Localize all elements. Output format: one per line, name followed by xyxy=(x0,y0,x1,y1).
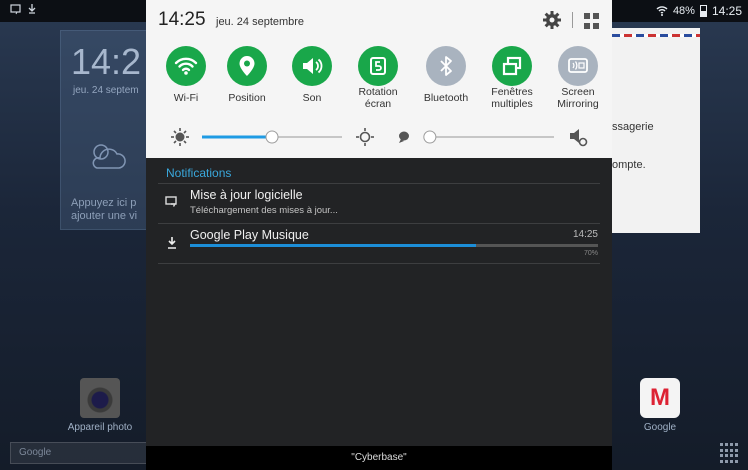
email-widget[interactable]: ssagerie ompte. xyxy=(600,28,700,233)
widget-clock-time: 14:2 xyxy=(71,41,142,82)
email-widget-text-2: ompte. xyxy=(612,159,646,171)
gmail-icon xyxy=(640,378,680,418)
widget-hint-text: Appuyez ici p ajouter une vi xyxy=(71,197,138,222)
download-icon xyxy=(164,236,180,252)
notification-subtitle: Téléchargement des mises à jour... xyxy=(190,205,338,216)
tile-multi-window-label: Fenêtres multiples xyxy=(491,86,533,110)
notification-title: Mise à jour logicielle xyxy=(190,188,303,202)
battery-percent: 48% xyxy=(672,5,695,17)
tile-screen-mirroring[interactable]: Screen Mirroring xyxy=(546,46,610,110)
carrier-label: "Cyberbase" xyxy=(146,446,612,470)
download-progress-bar xyxy=(190,244,598,247)
status-system-icons: 48% 14:25 xyxy=(656,4,742,18)
brightness-controls xyxy=(146,122,612,152)
tile-sound[interactable]: Son xyxy=(280,46,344,104)
tile-bluetooth-label: Bluetooth xyxy=(423,92,469,104)
tile-wifi-label: Wi-Fi xyxy=(173,92,199,104)
panel-date: jeu. 24 septembre xyxy=(216,16,305,28)
weather-cloud-icon xyxy=(83,136,131,184)
battery-icon xyxy=(699,5,707,17)
second-slider-thumb[interactable] xyxy=(423,130,437,144)
wifi-icon xyxy=(166,46,206,86)
tile-location[interactable]: Position xyxy=(215,46,279,104)
screen-mirroring-icon xyxy=(558,46,598,86)
sound-settings-icon[interactable] xyxy=(570,129,588,147)
multi-window-icon xyxy=(492,46,532,86)
tile-wifi[interactable]: Wi-Fi xyxy=(154,46,218,104)
envelope-stripe xyxy=(600,34,700,37)
email-widget-text-1: ssagerie xyxy=(612,121,654,133)
app-gmail[interactable]: Google xyxy=(625,378,695,433)
notification-google-play-music[interactable]: Google Play Musique 14:25 70% xyxy=(158,224,600,264)
bluetooth-icon xyxy=(426,46,466,86)
notification-volume-icon xyxy=(399,131,409,143)
quick-settings: 14:25 jeu. 24 septembre Wi-Fi Position S… xyxy=(146,0,612,158)
app-camera[interactable]: Appareil photo xyxy=(60,378,140,433)
notification-software-update[interactable]: Mise à jour logicielle Téléchargement de… xyxy=(158,184,600,224)
download-progress-fill xyxy=(190,244,476,247)
wifi-signal-icon xyxy=(656,6,668,16)
brightness-slider-thumb[interactable] xyxy=(265,130,279,144)
location-pin-icon xyxy=(227,46,267,86)
notifications-list: Notifications Mise à jour logicielle Tél… xyxy=(158,162,600,264)
notification-panel[interactable]: 14:25 jeu. 24 septembre Wi-Fi Position S… xyxy=(146,0,612,470)
camera-icon xyxy=(80,378,120,418)
header-divider xyxy=(572,12,573,28)
google-search-bar[interactable]: Google xyxy=(10,442,150,464)
auto-brightness-icon[interactable] xyxy=(356,128,374,146)
clock-weather-widget[interactable]: 14:2 jeu. 24 septem Appuyez ici p ajoute… xyxy=(60,30,150,230)
brightness-low-icon xyxy=(171,128,189,146)
system-update-icon xyxy=(164,196,180,212)
screen-rotation-icon xyxy=(358,46,398,86)
app-gmail-label: Google xyxy=(643,422,677,433)
quick-settings-header: 14:25 jeu. 24 septembre xyxy=(146,0,612,40)
volume-icon xyxy=(292,46,332,86)
apps-grid-icon[interactable] xyxy=(720,443,740,463)
panel-time: 14:25 xyxy=(158,9,206,30)
tile-screen-mirroring-label: Screen Mirroring xyxy=(557,86,599,110)
widget-clock-date: jeu. 24 septem xyxy=(73,85,139,96)
notification-time: 14:25 xyxy=(572,229,598,240)
notification-title: Google Play Musique xyxy=(190,228,309,242)
download-progress-percent: 70% xyxy=(583,250,598,257)
edit-tiles-icon[interactable] xyxy=(584,13,600,29)
tile-location-label: Position xyxy=(228,92,266,104)
tile-rotation-label: Rotation écran xyxy=(358,86,398,110)
status-time: 14:25 xyxy=(711,4,742,18)
notifications-header: Notifications xyxy=(158,162,600,184)
tile-bluetooth[interactable]: Bluetooth xyxy=(414,46,478,104)
tile-sound-label: Son xyxy=(302,92,322,104)
tile-rotation[interactable]: Rotation écran xyxy=(346,46,410,110)
gear-icon[interactable] xyxy=(542,10,562,30)
app-camera-label: Appareil photo xyxy=(67,422,133,433)
tile-multi-window[interactable]: Fenêtres multiples xyxy=(480,46,544,110)
status-notification-icons xyxy=(10,3,40,18)
